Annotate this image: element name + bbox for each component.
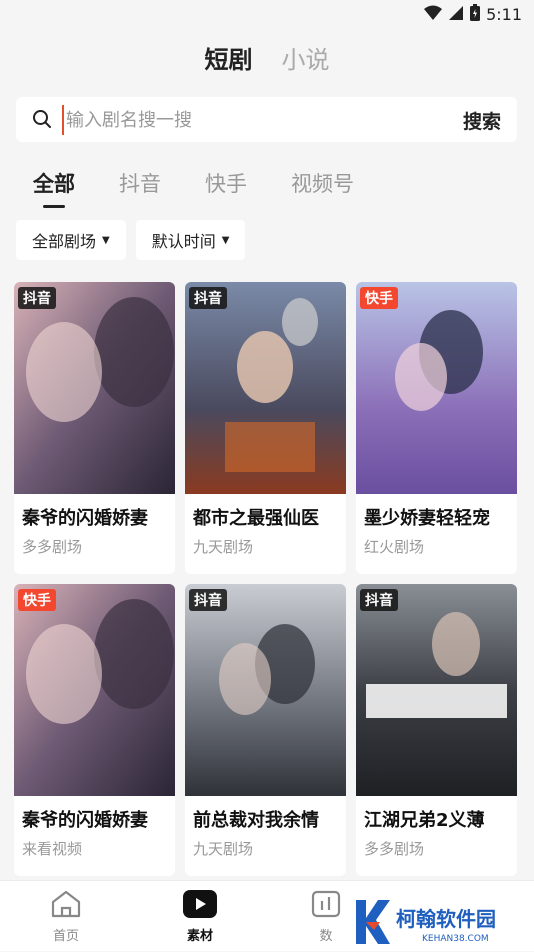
platform-badge: 抖音 [18, 287, 56, 309]
drama-source: 九天剧场 [193, 840, 254, 858]
tab-novel[interactable]: 小说 [282, 46, 330, 74]
home-icon [50, 890, 82, 923]
svg-text:柯翰软件园: 柯翰软件园 [396, 907, 496, 931]
nav-home-label: 首页 [52, 929, 79, 944]
caret-down-icon: ▼ [221, 234, 230, 246]
drama-poster: 快手 [14, 584, 175, 796]
status-bar: 5:11 [0, 0, 534, 30]
wifi-icon [424, 5, 443, 25]
platform-badge: 抖音 [189, 589, 227, 611]
tab-all[interactable]: 全部 [33, 168, 75, 198]
nav-material[interactable]: 素材 [160, 889, 240, 944]
drama-source: 多多剧场 [22, 538, 83, 556]
drama-source: 九天剧场 [193, 538, 254, 556]
drama-card[interactable]: 抖音 秦爷的闪婚娇妻 多多剧场 [14, 282, 175, 574]
nav-home[interactable]: 首页 [26, 889, 106, 944]
clock: 5:11 [486, 5, 522, 24]
drama-poster: 抖音 [14, 282, 175, 494]
time-filter-label: 默认时间 [151, 232, 216, 251]
top-tabs: 短剧 小说 [0, 40, 534, 75]
drama-title: 秦爷的闪婚娇妻 [22, 810, 148, 831]
drama-poster: 抖音 [356, 584, 517, 796]
drama-poster: 抖音 [185, 584, 346, 796]
filter-row: 全部剧场 ▼ 默认时间 ▼ [16, 220, 246, 260]
time-filter-dropdown[interactable]: 默认时间 ▼ [135, 220, 246, 260]
drama-title: 江湖兄弟2义薄 [364, 810, 485, 831]
platform-badge: 抖音 [189, 287, 227, 309]
watermark-logo: 柯翰软件园 KEHAN38.COM [352, 896, 528, 948]
drama-title: 都市之最强仙医 [193, 508, 319, 529]
nav-material-label: 素材 [186, 929, 213, 944]
search-bar: 搜索 [16, 97, 517, 142]
tab-short-drama[interactable]: 短剧 [204, 46, 252, 74]
drama-title: 前总裁对我余情 [193, 810, 319, 831]
drama-grid: 抖音 秦爷的闪婚娇妻 多多剧场 抖音 都市之最强仙医 九天剧场 快手 墨少娇妻轻… [14, 282, 518, 876]
drama-card[interactable]: 快手 秦爷的闪婚娇妻 来看视频 [14, 584, 175, 876]
search-button[interactable]: 搜索 [463, 107, 501, 134]
signal-icon [448, 5, 464, 25]
status-icons: 5:11 [424, 4, 522, 25]
tab-kuaishou[interactable]: 快手 [205, 168, 247, 198]
tab-douyin[interactable]: 抖音 [119, 168, 161, 198]
tab-video-account[interactable]: 视频号 [291, 168, 354, 198]
platform-badge: 快手 [360, 287, 398, 309]
caret-down-icon: ▼ [102, 234, 110, 246]
platform-tabs: 全部 抖音 快手 视频号 [33, 168, 354, 198]
drama-title: 墨少娇妻轻轻宠 [364, 508, 490, 529]
search-icon [32, 109, 52, 133]
drama-source: 红火剧场 [364, 538, 425, 556]
platform-badge: 快手 [18, 589, 56, 611]
drama-title: 秦爷的闪婚娇妻 [22, 508, 148, 529]
drama-card[interactable]: 抖音 都市之最强仙医 九天剧场 [185, 282, 346, 574]
theater-filter-dropdown[interactable]: 全部剧场 ▼ [16, 220, 126, 260]
drama-source: 多多剧场 [364, 840, 425, 858]
chart-icon [310, 890, 342, 923]
search-input[interactable] [62, 105, 448, 135]
drama-card[interactable]: 抖音 江湖兄弟2义薄 多多剧场 [356, 584, 517, 876]
drama-card[interactable]: 快手 墨少娇妻轻轻宠 红火剧场 [356, 282, 517, 574]
drama-poster: 抖音 [185, 282, 346, 494]
drama-source: 来看视频 [22, 840, 83, 858]
svg-text:KEHAN38.COM: KEHAN38.COM [422, 934, 489, 944]
play-icon [182, 890, 218, 923]
theater-filter-label: 全部剧场 [32, 232, 97, 251]
drama-poster: 快手 [356, 282, 517, 494]
platform-badge: 抖音 [360, 589, 398, 611]
battery-icon [470, 4, 481, 25]
drama-card[interactable]: 抖音 前总裁对我余情 九天剧场 [185, 584, 346, 876]
